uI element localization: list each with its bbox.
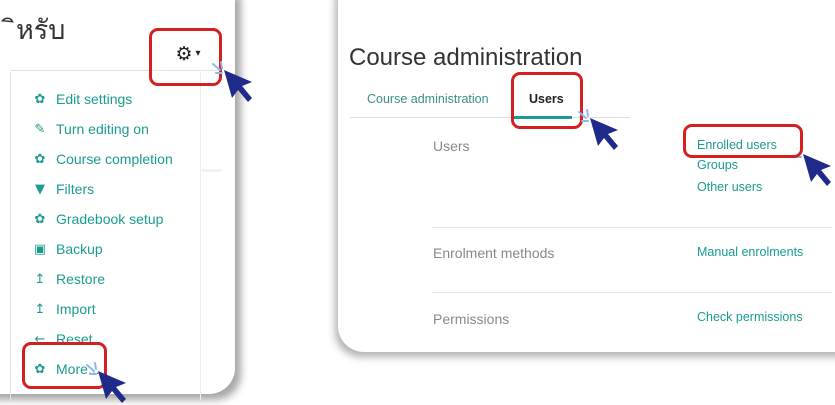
filter-icon: ▼ [35, 181, 45, 197]
menu-item-label: Gradebook setup [56, 211, 164, 227]
menu-item-edit-settings[interactable]: ✿ Edit settings [30, 84, 173, 114]
menu-item-course-completion[interactable]: ✿ Course completion [30, 144, 173, 174]
link-enrolled-users-label: Enrolled users [697, 138, 777, 152]
menu-item-label: Restore [56, 271, 106, 287]
upload-icon: ↥ [34, 301, 46, 317]
section-label-enrolment-methods: Enrolment methods [433, 245, 555, 261]
page-title: Course administration [349, 44, 583, 71]
pencil-icon: ✎ [34, 121, 46, 137]
gear-icon: ✿ [34, 211, 46, 227]
menu-item-filters[interactable]: ▼ Filters [30, 174, 173, 204]
section-label-users: Users [433, 138, 470, 154]
link-groups[interactable]: Groups [697, 158, 738, 172]
link-check-permissions[interactable]: Check permissions [697, 310, 803, 324]
menu-item-label: Turn editing on [56, 121, 149, 137]
page-title: ิหรับ [16, 15, 66, 46]
menu-item-label: Backup [56, 241, 103, 257]
highlight-box [511, 72, 583, 129]
menu-item-label: Import [56, 301, 96, 317]
divider [200, 70, 201, 400]
menu-item-label: Filters [56, 181, 95, 197]
menu-item-turn-editing-on[interactable]: ✎ Turn editing on [30, 114, 173, 144]
menu-item-label: Course completion [56, 151, 173, 167]
menu-item-gradebook-setup[interactable]: ✿ Gradebook setup [30, 204, 173, 234]
divider [202, 169, 222, 172]
divider [432, 292, 832, 293]
gear-icon: ✿ [34, 151, 46, 167]
link-other-users[interactable]: Other users [697, 180, 762, 194]
course-actions-menu: ✿ Edit settings ✎ Turn editing on ✿ Course … [30, 84, 173, 384]
section-label-permissions: Permissions [433, 311, 510, 327]
menu-item-import[interactable]: ↥ Import [30, 294, 173, 324]
cursor-pointer-icon [86, 362, 126, 403]
menu-item-backup[interactable]: ▣ Backup [30, 234, 173, 264]
cursor-pointer-icon [578, 109, 618, 150]
backup-icon: ▣ [33, 241, 47, 257]
link-manual-enrolments[interactable]: Manual enrolments [697, 245, 803, 259]
menu-item-restore[interactable]: ↥ Restore [30, 264, 173, 294]
cursor-pointer-icon [212, 61, 252, 102]
menu-item-label: Edit settings [56, 91, 133, 107]
tab-course-administration[interactable]: Course administration [367, 92, 489, 106]
gear-icon: ✿ [34, 91, 46, 107]
upload-icon: ↥ [34, 271, 46, 287]
divider [432, 227, 832, 228]
divider [10, 72, 11, 402]
